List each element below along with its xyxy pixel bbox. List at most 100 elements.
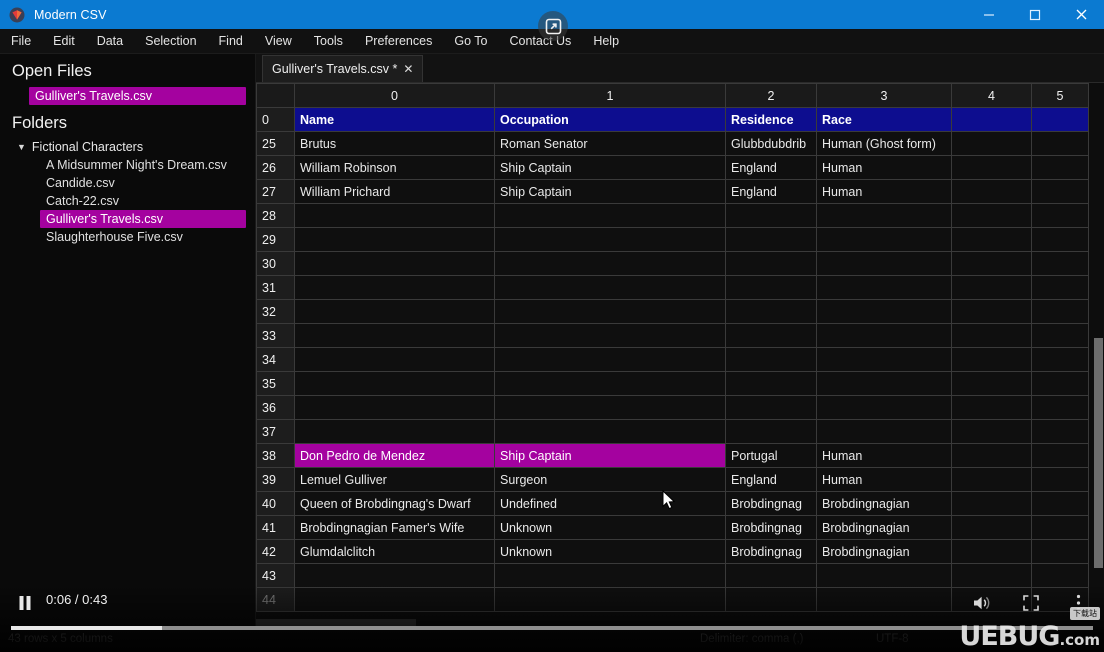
table-cell[interactable]: Brobdingnag bbox=[725, 539, 817, 564]
table-cell[interactable] bbox=[951, 227, 1032, 252]
table-cell[interactable] bbox=[494, 323, 726, 348]
tab-gullivers-travels[interactable]: Gulliver's Travels.csv * ✕ bbox=[262, 55, 424, 82]
table-cell[interactable]: Brobdingnag bbox=[725, 491, 817, 516]
row-header-cell[interactable]: 41 bbox=[256, 515, 295, 540]
picture-in-picture-icon[interactable] bbox=[538, 11, 568, 41]
table-cell[interactable] bbox=[816, 323, 952, 348]
table-cell[interactable] bbox=[725, 251, 817, 276]
table-cell[interactable] bbox=[294, 227, 495, 252]
table-cell[interactable]: Portugal bbox=[725, 443, 817, 468]
table-cell[interactable] bbox=[816, 203, 952, 228]
table-cell[interactable] bbox=[294, 419, 495, 444]
table-cell[interactable] bbox=[494, 587, 726, 612]
table-cell[interactable]: Brobdingnagian bbox=[816, 539, 952, 564]
table-cell[interactable] bbox=[816, 227, 952, 252]
table-cell[interactable] bbox=[494, 419, 726, 444]
table-cell[interactable] bbox=[951, 131, 1032, 156]
column-header-4[interactable]: 4 bbox=[951, 83, 1032, 108]
table-cell[interactable]: Human (Ghost form) bbox=[816, 131, 952, 156]
table-cell[interactable] bbox=[1031, 515, 1089, 540]
table-cell[interactable] bbox=[1031, 227, 1089, 252]
table-cell[interactable] bbox=[1031, 371, 1089, 396]
pause-icon[interactable] bbox=[12, 590, 38, 616]
vertical-scrollbar[interactable] bbox=[1093, 83, 1104, 629]
table-cell[interactable] bbox=[725, 371, 817, 396]
table-cell[interactable]: Roman Senator bbox=[494, 131, 726, 156]
table-row[interactable]: 30 bbox=[256, 251, 1089, 276]
table-cell[interactable] bbox=[1031, 539, 1089, 564]
table-cell[interactable]: Brobdingnagian bbox=[816, 515, 952, 540]
row-header-cell[interactable]: 38 bbox=[256, 443, 295, 468]
table-cell[interactable] bbox=[725, 275, 817, 300]
table-cell[interactable]: Residence bbox=[725, 107, 817, 132]
column-header-1[interactable]: 1 bbox=[494, 83, 726, 108]
table-cell[interactable]: Glumdalclitch bbox=[294, 539, 495, 564]
row-header-cell[interactable]: 28 bbox=[256, 203, 295, 228]
table-cell[interactable] bbox=[951, 491, 1032, 516]
table-cell[interactable]: Ship Captain bbox=[494, 179, 726, 204]
table-cell[interactable]: Glubbdubdrib bbox=[725, 131, 817, 156]
table-cell[interactable] bbox=[1031, 491, 1089, 516]
table-cell[interactable] bbox=[494, 227, 726, 252]
menu-item-file[interactable]: File bbox=[0, 29, 42, 54]
table-cell[interactable] bbox=[951, 107, 1032, 132]
table-cell[interactable] bbox=[1031, 467, 1089, 492]
table-cell[interactable] bbox=[951, 371, 1032, 396]
table-cell[interactable] bbox=[494, 395, 726, 420]
menu-item-edit[interactable]: Edit bbox=[42, 29, 86, 54]
table-cell[interactable]: Name bbox=[294, 107, 495, 132]
table-cell[interactable] bbox=[816, 251, 952, 276]
table-cell[interactable] bbox=[816, 275, 952, 300]
table-cell[interactable]: Lemuel Gulliver bbox=[294, 467, 495, 492]
table-cell[interactable] bbox=[951, 563, 1032, 588]
table-cell[interactable]: Brobdingnagian bbox=[816, 491, 952, 516]
open-file-item[interactable]: Gulliver's Travels.csv bbox=[29, 87, 246, 105]
minimize-button[interactable] bbox=[966, 0, 1012, 29]
table-cell[interactable]: Brobdingnagian Famer's Wife bbox=[294, 515, 495, 540]
table-cell[interactable] bbox=[725, 347, 817, 372]
folder-file-item[interactable]: Gulliver's Travels.csv bbox=[40, 210, 246, 228]
table-row[interactable]: 34 bbox=[256, 347, 1089, 372]
folder-file-item[interactable]: Candide.csv bbox=[40, 174, 246, 192]
table-cell[interactable] bbox=[1031, 131, 1089, 156]
table-cell[interactable]: Unknown bbox=[494, 539, 726, 564]
table-row[interactable]: 43 bbox=[256, 563, 1089, 588]
table-cell[interactable] bbox=[816, 347, 952, 372]
menu-item-find[interactable]: Find bbox=[208, 29, 254, 54]
table-cell[interactable]: Don Pedro de Mendez bbox=[294, 443, 495, 468]
table-row[interactable]: 31 bbox=[256, 275, 1089, 300]
table-cell[interactable] bbox=[1031, 323, 1089, 348]
table-row[interactable]: 33 bbox=[256, 323, 1089, 348]
table-cell[interactable] bbox=[494, 371, 726, 396]
table-cell[interactable] bbox=[951, 323, 1032, 348]
table-cell[interactable] bbox=[951, 419, 1032, 444]
row-header-cell[interactable]: 26 bbox=[256, 155, 295, 180]
row-header-cell[interactable]: 33 bbox=[256, 323, 295, 348]
table-row[interactable]: 26 William Robinson Ship Captain England Hum… bbox=[256, 155, 1089, 180]
table-cell[interactable] bbox=[725, 587, 817, 612]
table-row[interactable]: 36 bbox=[256, 395, 1089, 420]
column-header-5[interactable]: 5 bbox=[1031, 83, 1089, 108]
table-cell[interactable]: Occupation bbox=[494, 107, 726, 132]
table-cell[interactable] bbox=[951, 443, 1032, 468]
row-header-cell[interactable]: 32 bbox=[256, 299, 295, 324]
table-cell[interactable] bbox=[951, 179, 1032, 204]
table-cell[interactable] bbox=[816, 395, 952, 420]
column-header-0[interactable]: 0 bbox=[294, 83, 495, 108]
table-cell[interactable] bbox=[294, 587, 495, 612]
table-cell[interactable] bbox=[294, 299, 495, 324]
row-header-cell[interactable]: 39 bbox=[256, 467, 295, 492]
table-cell[interactable] bbox=[294, 395, 495, 420]
table-cell[interactable] bbox=[1031, 107, 1089, 132]
table-cell[interactable]: Ship Captain bbox=[494, 155, 726, 180]
table-cell[interactable] bbox=[725, 395, 817, 420]
table-cell[interactable] bbox=[1031, 251, 1089, 276]
table-cell[interactable] bbox=[725, 299, 817, 324]
row-header-cell[interactable]: 0 bbox=[256, 107, 295, 132]
row-header-cell[interactable]: 42 bbox=[256, 539, 295, 564]
menu-item-data[interactable]: Data bbox=[86, 29, 134, 54]
table-cell[interactable]: Undefined bbox=[494, 491, 726, 516]
table-cell[interactable] bbox=[951, 395, 1032, 420]
row-header-cell[interactable]: 40 bbox=[256, 491, 295, 516]
table-cell[interactable]: Ship Captain bbox=[494, 443, 726, 468]
